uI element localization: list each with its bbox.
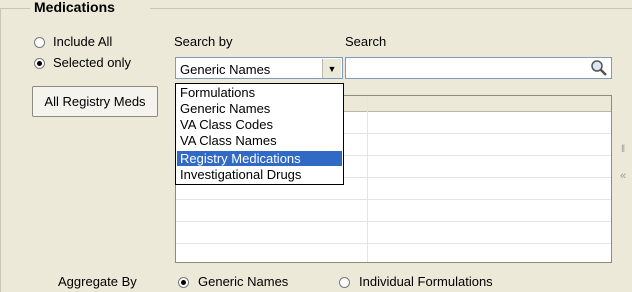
group-title: Medications <box>30 0 119 15</box>
radio-dot <box>37 61 42 66</box>
grid-row-line <box>176 221 611 222</box>
selected-only-radio[interactable] <box>34 58 45 69</box>
include-all-radio[interactable] <box>34 37 45 48</box>
search-icon[interactable] <box>589 59 609 78</box>
dropdown-option-va-class-codes[interactable]: VA Class Codes <box>177 117 342 132</box>
aggregate-by-label: Aggregate By <box>58 274 137 289</box>
search-input[interactable] <box>345 57 612 79</box>
dropdown-option-generic-names[interactable]: Generic Names <box>177 101 342 116</box>
search-by-value: Generic Names <box>180 62 271 77</box>
grid-row-line <box>176 243 611 244</box>
dropdown-option-registry-medications[interactable]: Registry Medications <box>177 151 342 166</box>
group-left-border <box>0 8 1 292</box>
dropdown-option-investigational-drugs[interactable]: Investigational Drugs <box>177 167 342 182</box>
grid-row-line <box>176 199 611 200</box>
grid-column-divider <box>367 96 368 262</box>
search-by-label: Search by <box>174 34 233 49</box>
medications-panel: { "group": { "title": "Medications" }, "… <box>0 0 632 292</box>
include-all-label[interactable]: Include All <box>53 34 112 49</box>
group-top-border <box>0 8 30 9</box>
radio-dot <box>181 280 186 285</box>
chevron-down-icon[interactable]: ▼ <box>322 59 341 78</box>
group-top-border <box>150 8 632 9</box>
aggregate-formulations-radio[interactable] <box>339 277 350 288</box>
all-registry-meds-button[interactable]: All Registry Meds <box>32 86 158 117</box>
search-by-dropdown[interactable]: Formulations Generic Names VA Class Code… <box>175 83 344 185</box>
search-label: Search <box>345 34 387 49</box>
dropdown-option-va-class-names[interactable]: VA Class Names <box>177 133 342 148</box>
selected-only-label[interactable]: Selected only <box>53 55 131 70</box>
aggregate-formulations-label[interactable]: Individual Formulations <box>359 274 493 289</box>
dropdown-option-formulations[interactable]: Formulations <box>177 85 342 100</box>
splitter-grip-icon[interactable]: ‖ <box>621 144 625 155</box>
collapse-arrow-icon[interactable]: « <box>620 170 626 182</box>
search-by-select[interactable]: Generic Names ▼ <box>175 57 343 79</box>
aggregate-generic-label[interactable]: Generic Names <box>198 274 288 289</box>
aggregate-generic-radio[interactable] <box>178 277 189 288</box>
